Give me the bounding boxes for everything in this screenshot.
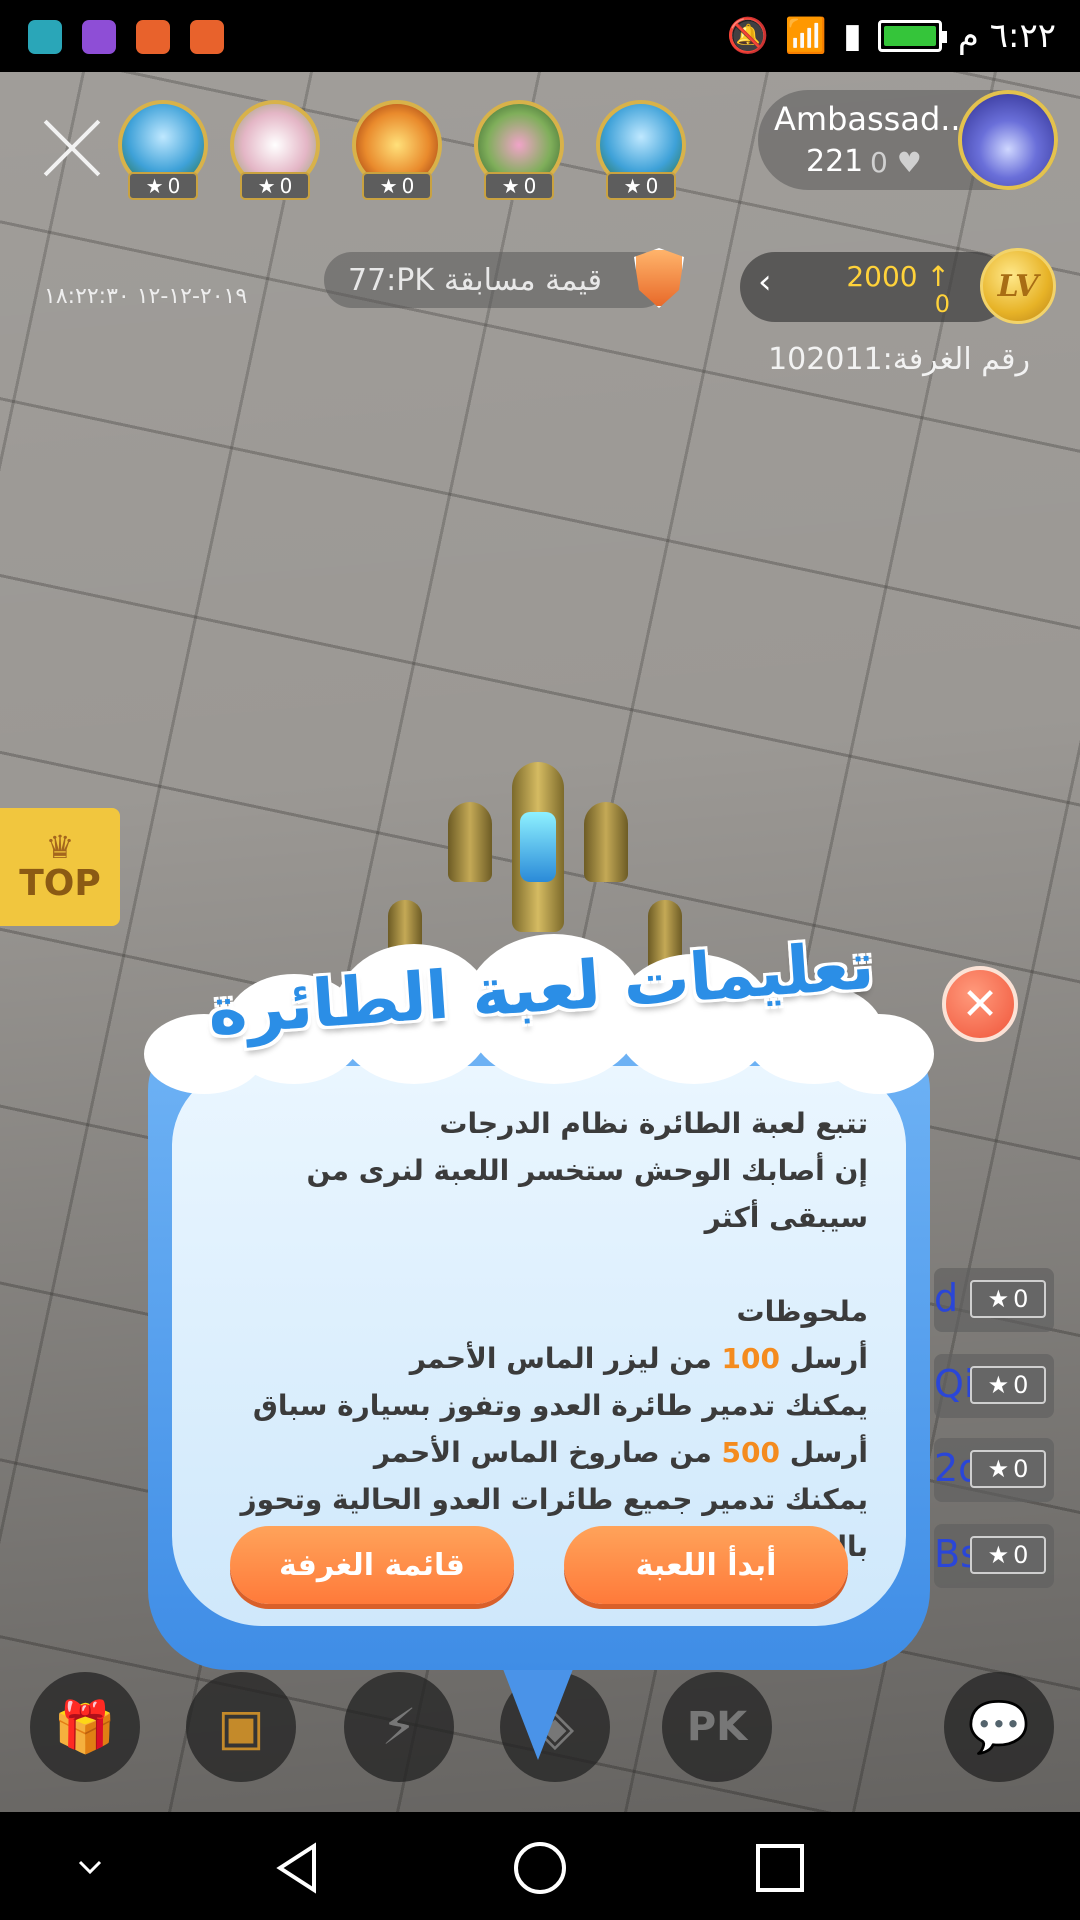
notes-heading: ملحوظات [736,1295,868,1328]
star-icon: ★ [987,1455,1010,1483]
star-icon: ★ [379,174,398,198]
wifi-icon: 📶 [784,16,828,56]
chat-row[interactable]: 2d ★ 0 [934,1438,1054,1502]
host-info[interactable]: Ambassad... 221 0 ♥ [758,90,1058,190]
pk-value: 77:PK [348,262,435,298]
host-count: 221 [806,144,864,179]
spaceship-icon [448,742,628,942]
viewer-avatar[interactable]: ★ 0 [474,100,564,200]
level-up-value: 2000 ↑ [846,260,950,293]
status-bar: 🔕 📶 ▮ ٦:٢٢ م [0,0,1080,72]
instructions-text: تتبع لعبة الطائرة نظام الدرجات إن أصابك … [208,1100,868,1570]
top-ranking-button[interactable]: ♛ TOP [0,808,120,926]
viewer-avatar[interactable]: ★ 0 [230,100,320,200]
level-badge: LV [980,248,1056,324]
sim-icon: ▮ [843,16,862,56]
close-room-icon[interactable] [40,116,104,180]
pk-label: قيمة مسابقة [444,262,602,298]
viewer-avatar[interactable]: ★ 0 [118,100,208,200]
pk-value-pill[interactable]: 77:PK قيمة مسابقة [324,252,669,308]
note-1: أرسل 100 من ليزر الماس الأحمر [409,1342,868,1375]
chat-row[interactable]: d ★ 0 [934,1268,1054,1332]
star-icon: ★ [987,1371,1010,1399]
note-2: أرسل 500 من صاروخ الماس الأحمر [373,1436,868,1469]
hide-keyboard-icon[interactable] [60,1838,120,1898]
level-sub-value: 0 [934,290,950,318]
music-icon [190,20,224,54]
navigation-bar [0,1812,1080,1920]
heart-icon: ♥ [896,146,922,179]
recents-icon[interactable] [750,1838,810,1898]
room-number: رقم الغرفة:102011 [768,342,1030,377]
chat-row[interactable]: Qi ★ 0 [934,1354,1054,1418]
star-icon: ★ [257,174,276,198]
gallery-icon [82,20,116,54]
room-list-button[interactable]: قائمة الغرفة [230,1526,514,1604]
star-icon: ★ [987,1285,1010,1313]
chat-bubble-icon[interactable]: 💬 [944,1672,1054,1782]
crown-icon: ♛ [45,827,75,866]
mute-icon: 🔕 [726,16,769,56]
dialog-close-button[interactable]: ✕ [942,966,1018,1042]
home-icon[interactable] [510,1838,570,1898]
status-right: 🔕 📶 ▮ ٦:٢٢ م [726,10,1056,62]
gift-icon[interactable]: 🎁 [30,1672,140,1782]
level-pill[interactable]: ‹ 2000 ↑ 0 [740,252,1010,322]
star-icon: ★ [145,174,164,198]
android-debug-icon [28,20,62,54]
battery-icon [877,20,947,52]
game-instructions-dialog: تعليمات لعبة الطائرة ✕ تتبع لعبة الطائرة… [144,762,1018,1770]
start-game-button[interactable]: أبدأ اللعبة [564,1526,848,1604]
viewer-avatar[interactable]: ★ 0 [596,100,686,200]
room-datetime: ٢٠١٩-١٢-١٢ ١٨:٢٢:٣٠ [44,284,248,309]
chevron-left-icon[interactable]: ‹ [758,262,772,302]
viewer-avatar[interactable]: ★ 0 [352,100,442,200]
back-icon[interactable] [270,1838,330,1898]
chat-row[interactable]: Bs ★ 0 [934,1524,1054,1588]
star-icon: ★ [623,174,642,198]
clock: ٦:٢٢ م [957,16,1056,56]
host-name: Ambassad... [774,100,971,138]
music-icon [136,20,170,54]
star-icon: ★ [501,174,520,198]
host-likes: 0 ♥ [870,146,922,179]
host-avatar[interactable] [958,90,1058,190]
star-icon: ★ [987,1541,1010,1569]
